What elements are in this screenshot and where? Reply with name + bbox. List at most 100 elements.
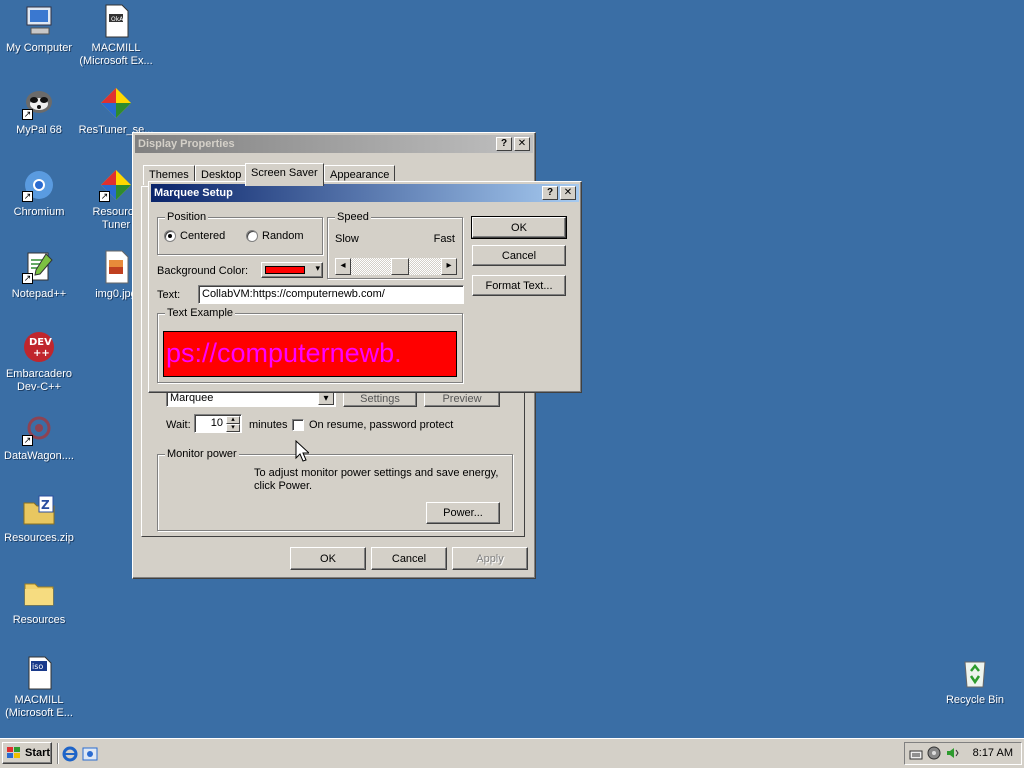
- quick-launch-separator: [57, 743, 59, 764]
- color-swatch: [265, 266, 305, 274]
- window-title: Display Properties: [138, 138, 235, 150]
- icon-label: Resources: [12, 614, 66, 626]
- spinner-up-icon[interactable]: ▴: [226, 416, 240, 424]
- shortcut-arrow-icon: ↗: [22, 109, 33, 120]
- wait-spinner[interactable]: 10 ▴ ▾: [194, 414, 242, 433]
- format-text-button[interactable]: Format Text...: [472, 275, 566, 296]
- monitor-power-group: Monitor power To adjust monitor power se…: [157, 448, 513, 531]
- spinner-down-icon[interactable]: ▾: [226, 424, 240, 432]
- speed-legend: Speed: [335, 211, 371, 223]
- desktop-icon-recycle-bin[interactable]: Recycle Bin: [937, 656, 1013, 707]
- screensaver-select-value: Marquee: [170, 392, 214, 404]
- background-color-label: Background Color:: [157, 265, 249, 277]
- centered-label: Centered: [180, 230, 226, 242]
- icon-label: MACMILL (Microsoft Ex...: [79, 42, 153, 67]
- desktop-icon-chromium[interactable]: ↗ Chromium: [1, 168, 77, 219]
- desktop-icon-my-computer[interactable]: My Computer: [1, 4, 77, 55]
- close-button[interactable]: ✕: [560, 186, 576, 200]
- desktop-icon-resources-folder[interactable]: Resources: [1, 576, 77, 627]
- volume-icon[interactable]: [945, 746, 959, 760]
- random-radio[interactable]: [246, 230, 258, 242]
- marquee-cancel-button[interactable]: Cancel: [472, 245, 566, 266]
- shortcut-arrow-icon: ↗: [22, 273, 33, 284]
- marquee-text-input[interactable]: CollabVM:https://computernewb.com/: [198, 285, 464, 304]
- svg-text:OkA: OkA: [111, 16, 124, 23]
- mouse-cursor-icon: [295, 440, 309, 462]
- marquee-ok-button[interactable]: OK: [471, 216, 567, 239]
- speed-scrollbar[interactable]: ◂ ▸: [335, 258, 457, 275]
- cancel-button[interactable]: Cancel: [371, 547, 447, 570]
- wait-value: 10: [210, 417, 223, 429]
- marquee-setup-titlebar[interactable]: Marquee Setup ? ✕: [151, 184, 579, 202]
- text-example-legend: Text Example: [165, 307, 236, 319]
- speed-thumb[interactable]: [391, 258, 409, 275]
- icon-label: MACMILL (Microsoft E...: [5, 694, 73, 719]
- clock[interactable]: 8:17 AM: [973, 747, 1013, 759]
- restuner-icon: [99, 86, 133, 120]
- datawagon-icon: ↗: [22, 412, 56, 446]
- desktop-icon-devcpp[interactable]: DEV ++ Embarcadero Dev-C++: [1, 330, 77, 394]
- start-label: Start: [25, 747, 51, 759]
- power-button[interactable]: Power...: [426, 502, 500, 524]
- text-example-group: Text Example ps://computernewb.: [157, 307, 463, 383]
- apply-button[interactable]: Apply: [452, 547, 528, 570]
- desktop-icon-resources-zip[interactable]: Z Resources.zip: [1, 494, 77, 545]
- monitor-power-text: To adjust monitor power settings and sav…: [254, 467, 499, 492]
- chromium-icon: ↗: [22, 168, 56, 202]
- restuner-icon: ↗: [99, 168, 133, 202]
- desktop-icon-macmill-iso[interactable]: iso MACMILL (Microsoft E...: [1, 656, 77, 720]
- marquee-setup-dialog: Marquee Setup ? ✕ Position Centered Rand…: [148, 181, 582, 393]
- centered-radio[interactable]: [164, 230, 176, 242]
- speed-group: Speed Slow Fast ◂ ▸: [327, 211, 463, 279]
- my-computer-icon: [22, 4, 56, 38]
- scroll-right-icon[interactable]: ▸: [441, 258, 457, 275]
- close-button[interactable]: ✕: [514, 137, 530, 151]
- recycle-bin-icon: [958, 656, 992, 690]
- svg-text:DEV: DEV: [29, 337, 52, 348]
- minutes-label: minutes: [249, 419, 288, 431]
- show-desktop-icon[interactable]: [82, 746, 98, 762]
- icon-label: Recycle Bin: [945, 694, 1005, 706]
- dialog-title: Marquee Setup: [154, 187, 233, 199]
- shortcut-arrow-icon: ↗: [22, 435, 33, 446]
- start-button[interactable]: Start: [2, 742, 52, 764]
- desktop-icon-restuner-setup[interactable]: ResTuner_se...: [78, 86, 154, 137]
- keyboard-icon[interactable]: [909, 747, 923, 761]
- chevron-down-icon[interactable]: ▾: [318, 392, 334, 405]
- help-button[interactable]: ?: [542, 186, 558, 200]
- notepad-icon: ↗: [22, 250, 56, 284]
- text-label: Text:: [157, 289, 181, 301]
- position-group: Position Centered Random: [157, 211, 323, 255]
- icon-label: DataWagon....: [4, 450, 74, 462]
- display-properties-titlebar[interactable]: Display Properties ? ✕: [135, 135, 533, 153]
- help-button[interactable]: ?: [496, 137, 512, 151]
- internet-explorer-icon[interactable]: [62, 746, 78, 762]
- background-color-picker[interactable]: ▾: [261, 262, 323, 278]
- marquee-text-value: CollabVM:https://computernewb.com/: [202, 288, 385, 300]
- fast-label: Fast: [433, 233, 455, 245]
- document-icon: OkA: [99, 4, 133, 38]
- svg-text:iso: iso: [32, 662, 43, 671]
- text-example-preview: ps://computernewb.: [163, 331, 457, 377]
- network-icon[interactable]: [927, 746, 941, 760]
- password-protect-label: On resume, password protect: [309, 419, 454, 431]
- scroll-left-icon[interactable]: ◂: [335, 258, 351, 275]
- tab-screen-saver[interactable]: Screen Saver: [245, 163, 324, 186]
- monitor-power-legend: Monitor power: [165, 448, 239, 460]
- windows-logo-icon: [7, 747, 20, 758]
- folder-icon: [22, 576, 56, 610]
- ok-button[interactable]: OK: [290, 547, 366, 570]
- password-protect-checkbox[interactable]: [292, 419, 304, 431]
- desktop-icon-macmill-excel[interactable]: OkA MACMILL (Microsoft Ex...: [78, 4, 154, 68]
- svg-text:Z: Z: [41, 498, 50, 512]
- desktop-icon-notepadpp[interactable]: ↗ Notepad++: [1, 250, 77, 301]
- icon-label: My Computer: [5, 42, 73, 54]
- icon-label: MyPal 68: [16, 124, 62, 136]
- desktop-icon-mypal[interactable]: ↗ MyPal 68: [1, 86, 77, 137]
- icon-label: Chromium: [13, 206, 65, 218]
- system-tray: 8:17 AM: [904, 742, 1022, 765]
- icon-label: Notepad++: [11, 288, 67, 300]
- chevron-down-icon: ▾: [315, 263, 320, 273]
- desktop-icon-datawagon[interactable]: ↗ DataWagon....: [1, 412, 77, 463]
- svg-text:++: ++: [33, 348, 50, 359]
